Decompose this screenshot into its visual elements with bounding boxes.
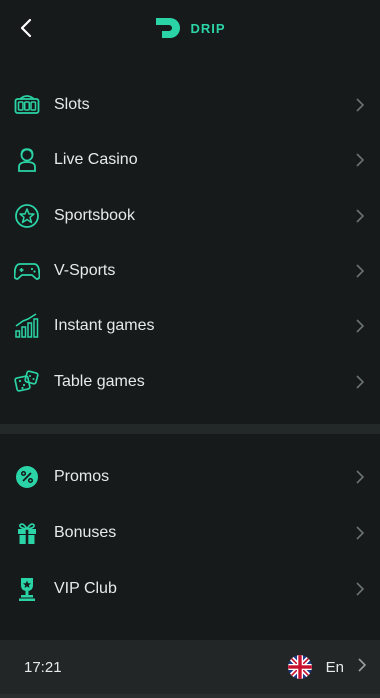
menu-item-label: Instant games (54, 317, 155, 334)
menu-item-label: Sportsbook (54, 207, 135, 224)
trophy-icon (14, 576, 40, 602)
back-button[interactable] (12, 12, 40, 44)
menu-item-slots[interactable]: Slots (0, 79, 380, 131)
chevron-right-icon (354, 374, 366, 390)
menu-item-bonuses[interactable]: Bonuses (0, 507, 380, 559)
chevron-right-icon (358, 657, 367, 677)
menu-item-label: Live Casino (54, 151, 138, 168)
slot-machine-icon (14, 92, 40, 118)
bottom-edge (0, 694, 380, 698)
menu-item-label: Bonuses (54, 524, 117, 541)
clock-time: 17:21 (24, 658, 62, 676)
chevron-right-icon (354, 525, 366, 541)
chevron-right-icon (354, 581, 366, 597)
menu-item-label: Slots (54, 96, 90, 113)
uk-flag-icon (287, 655, 312, 679)
chevron-left-icon (20, 18, 32, 38)
dice-icon (14, 369, 40, 395)
menu-item-label: Table games (54, 373, 145, 390)
menu-item-label: VIP Club (54, 580, 117, 597)
menu-item-label: Promos (54, 468, 110, 485)
percent-icon (14, 464, 40, 490)
rising-chart-icon (14, 313, 40, 339)
language-label: En (325, 658, 344, 676)
menu-item-instant-games[interactable]: Instant games (0, 300, 380, 352)
menu-item-live-casino[interactable]: Live Casino (0, 134, 380, 186)
chevron-right-icon (354, 263, 366, 279)
bottom-bar: 17:21 En (0, 640, 380, 694)
menu-item-v-sports[interactable]: V-Sports (0, 245, 380, 297)
live-dealer-icon (14, 147, 40, 173)
menu-item-table-games[interactable]: Table games (0, 356, 380, 408)
language-selector[interactable]: En (287, 655, 367, 679)
drip-logo-icon (156, 18, 181, 38)
top-bar: DRIP (0, 0, 380, 56)
menu-item-label: V-Sports (54, 262, 116, 279)
menu-item-sportsbook[interactable]: Sportsbook (0, 190, 380, 242)
chevron-right-icon (354, 469, 366, 485)
brand-logo[interactable]: DRIP (154, 16, 225, 40)
chevron-right-icon (354, 152, 366, 168)
chevron-right-icon (354, 318, 366, 334)
chevron-right-icon (354, 97, 366, 113)
gamepad-icon (14, 258, 40, 284)
chevron-right-icon (354, 208, 366, 224)
section-divider (0, 424, 380, 434)
star-circle-icon (14, 203, 40, 229)
brand-name: DRIP (190, 20, 226, 36)
menu-item-vip-club[interactable]: VIP Club (0, 563, 380, 615)
menu-item-promos[interactable]: Promos (0, 451, 380, 503)
gift-icon (14, 520, 40, 546)
